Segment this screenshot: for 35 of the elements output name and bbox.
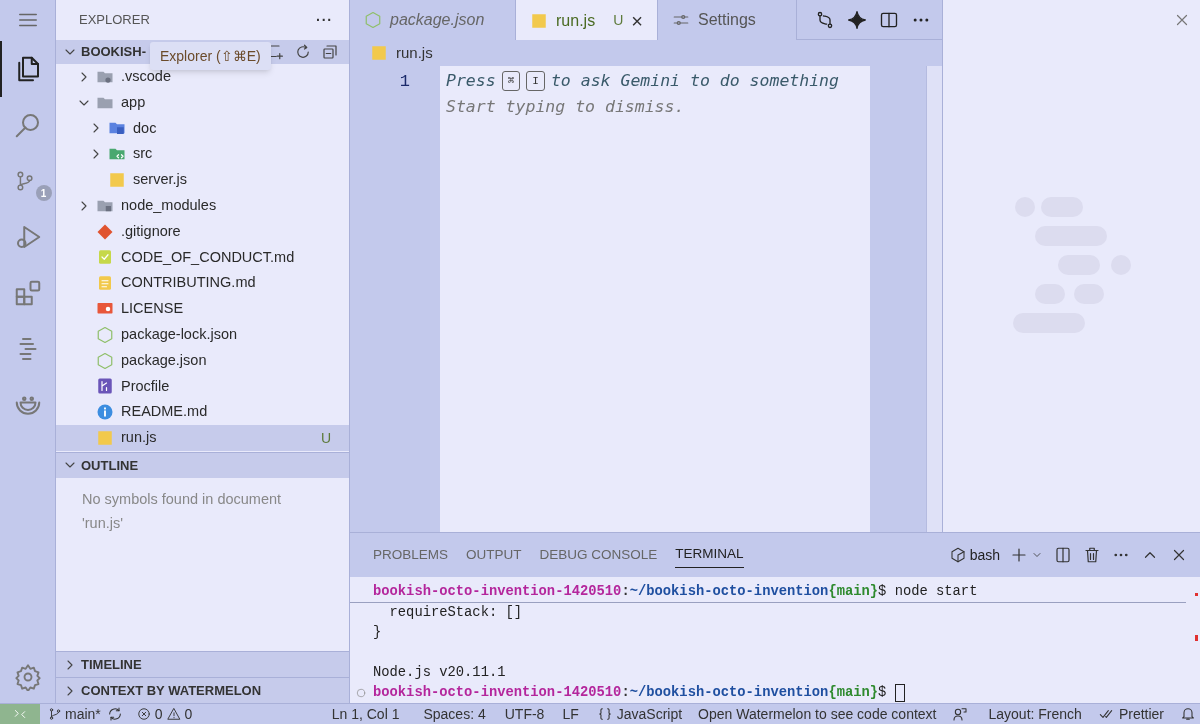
file-name: run.js [121, 428, 157, 448]
section-title: OUTLINE [81, 456, 139, 475]
file-name: src [133, 144, 153, 164]
file-name: package.json [121, 350, 207, 370]
file-name: LICENSE [121, 299, 184, 319]
section-title: CONTEXT BY WATERMELON [81, 681, 262, 700]
file-name: package-lock.json [121, 325, 238, 344]
file-name: CODE_OF_CONDUCT.md [121, 247, 295, 267]
folder-name: BOOKISH- [81, 43, 146, 62]
count-badge: 1 [35, 185, 52, 201]
file-name: node_modules [121, 196, 217, 215]
file-name: .vscode [121, 67, 171, 86]
hint-text: to ask Gemini to do something [550, 70, 839, 92]
file-name: app [121, 92, 146, 112]
file-name: server.js [133, 170, 187, 190]
status-letter: U [320, 428, 331, 448]
section-title: TIMELINE [81, 655, 142, 674]
file-name: Procfile [121, 376, 170, 396]
terminal-line: } [373, 624, 382, 642]
empty-message: No symbols found in document 'run.js' [82, 489, 283, 533]
hint-text: Press [446, 70, 496, 92]
line-number: 1 [398, 71, 410, 93]
hint-text: Start typing to dismiss. [446, 96, 686, 118]
terminal-line: Node.js v20.11.1 [373, 664, 506, 682]
terminal-line: bookish-octo-invention-1420510:~/bookish-octo-invention{main}$ node start [373, 583, 978, 601]
panel-title: EXPLORER [79, 11, 150, 30]
key-cap: I [526, 71, 545, 91]
key-cap: ⌘ [501, 71, 521, 91]
file-name: README.md [121, 402, 208, 422]
file-name: doc [133, 118, 157, 138]
file-name: .gitignore [121, 221, 181, 241]
file-name: CONTRIBUTING.md [121, 273, 256, 293]
terminal-line: bookish-octo-invention-1420510:~/bookish-octo-invention{main}$ [373, 684, 888, 702]
tooltip: Explorer (⇧⌘E) [150, 42, 271, 70]
terminal-line: requireStack: [] [388, 604, 523, 622]
